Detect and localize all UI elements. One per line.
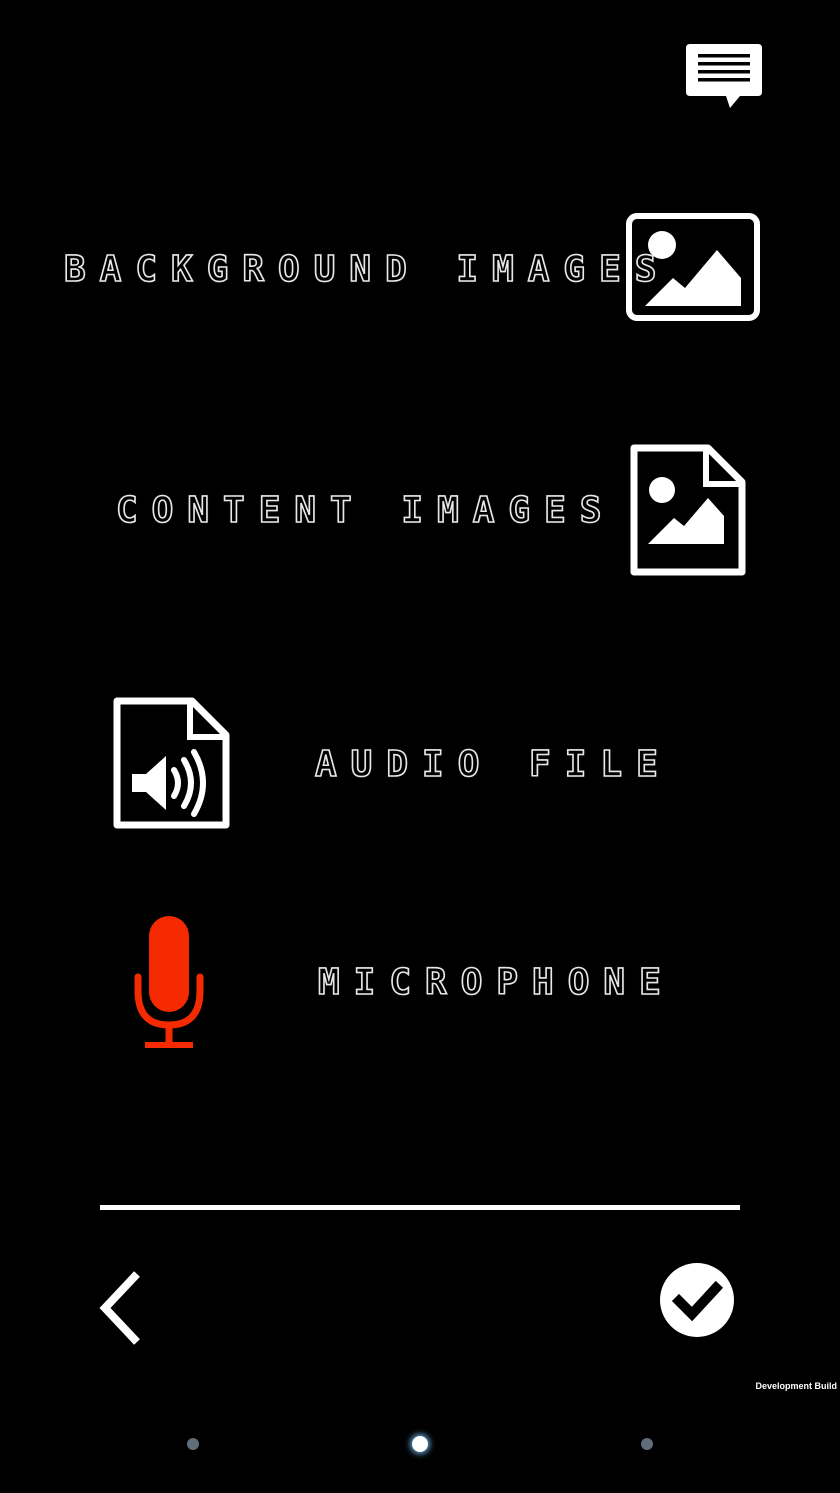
microphone-label: MICROPHONE [317,961,675,1004]
page-dot-2[interactable] [412,1436,428,1452]
content-images-label: CONTENT IMAGES [115,489,616,532]
microphone-icon [134,916,204,1048]
checkmark-circle-icon [660,1263,734,1337]
background-images-label: BACKGROUND IMAGES [63,248,671,291]
microphone-option[interactable]: MICROPHONE [110,910,670,1055]
page-dot-1[interactable] [187,1438,199,1450]
page-dot-3[interactable] [641,1438,653,1450]
audio-file-option[interactable]: AUDIO FILE [110,692,670,837]
content-images-option[interactable]: CONTENT IMAGES [110,440,755,585]
build-label: Development Build [755,1381,837,1391]
audio-file-label: AUDIO FILE [314,743,672,786]
audio-file-icon [113,697,230,829]
chevron-left-icon [99,1271,140,1345]
image-frame-icon [626,213,760,321]
background-images-option[interactable]: BACKGROUND IMAGES [60,205,770,330]
footer-divider [100,1205,740,1210]
confirm-button[interactable] [657,1260,737,1340]
back-button[interactable] [92,1268,148,1348]
chat-bubble-icon [686,44,762,108]
chat-button[interactable] [684,42,764,112]
image-file-icon [630,444,746,576]
